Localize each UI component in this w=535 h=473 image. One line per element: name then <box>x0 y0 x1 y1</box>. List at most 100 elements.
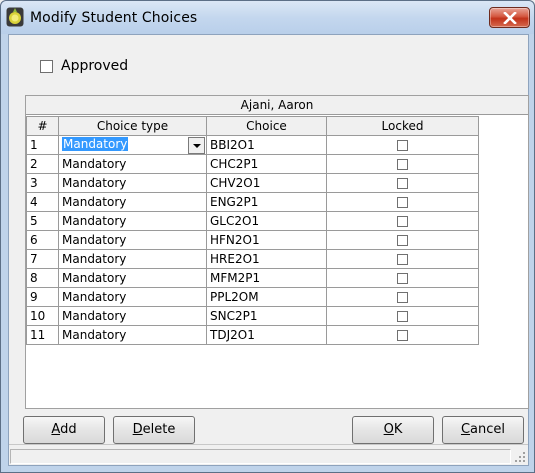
locked-cell <box>326 306 479 326</box>
table-row[interactable]: 8 Mandatory MFM2P1 <box>26 268 479 288</box>
choices-table: # Choice type Choice Locked 1 Mandatory BB… <box>26 116 479 345</box>
locked-cell <box>326 268 479 288</box>
app-icon <box>6 7 24 27</box>
column-header-locked[interactable]: Locked <box>326 116 479 136</box>
choice-type-cell[interactable]: Mandatory <box>58 135 207 155</box>
choice-type-cell[interactable]: Mandatory <box>58 230 207 250</box>
row-number: 7 <box>26 249 59 269</box>
choice-cell[interactable]: SNC2P1 <box>206 306 327 326</box>
locked-checkbox[interactable] <box>397 273 408 284</box>
table-row[interactable]: 11 Mandatory TDJ2O1 <box>26 325 479 345</box>
locked-checkbox[interactable] <box>397 254 408 265</box>
choice-cell[interactable]: PPL2OM <box>206 287 327 307</box>
status-bar <box>9 444 528 465</box>
locked-cell <box>326 211 479 231</box>
choice-type-cell[interactable]: Mandatory <box>58 325 207 345</box>
choice-cell[interactable]: ENG2P1 <box>206 192 327 212</box>
locked-cell <box>326 135 479 155</box>
table-row[interactable]: 9 Mandatory PPL2OM <box>26 287 479 307</box>
choice-type-cell[interactable]: Mandatory <box>58 249 207 269</box>
choice-type-cell[interactable]: Mandatory <box>58 192 207 212</box>
cancel-button[interactable]: Cancel <box>442 416 524 444</box>
locked-cell <box>326 192 479 212</box>
locked-cell <box>326 154 479 174</box>
locked-cell <box>326 325 479 345</box>
window-title: Modify Student Choices <box>30 10 198 26</box>
status-field <box>10 449 511 464</box>
table-row[interactable]: 3 Mandatory CHV2O1 <box>26 173 479 193</box>
choice-type-cell[interactable]: Mandatory <box>58 287 207 307</box>
choice-cell[interactable]: BBI2O1 <box>206 135 327 155</box>
locked-checkbox[interactable] <box>397 159 408 170</box>
column-header-choice-type[interactable]: Choice type <box>58 116 207 136</box>
locked-checkbox[interactable] <box>397 216 408 227</box>
table-row[interactable]: 2 Mandatory CHC2P1 <box>26 154 479 174</box>
delete-mnemonic: D <box>132 422 143 437</box>
column-header-choice[interactable]: Choice <box>206 116 327 136</box>
resize-grip-icon[interactable] <box>514 451 526 463</box>
ok-label-rest: K <box>393 422 403 437</box>
table-header-row: # Choice type Choice Locked <box>26 116 479 136</box>
choice-type-cell[interactable]: Mandatory <box>58 173 207 193</box>
row-number: 5 <box>26 211 59 231</box>
choice-type-cell[interactable]: Mandatory <box>58 306 207 326</box>
row-number: 2 <box>26 154 59 174</box>
table-row[interactable]: 7 Mandatory HRE2O1 <box>26 249 479 269</box>
choice-cell[interactable]: HRE2O1 <box>206 249 327 269</box>
column-header-num[interactable]: # <box>26 116 59 136</box>
table-row[interactable]: 10 Mandatory SNC2P1 <box>26 306 479 326</box>
delete-button[interactable]: Delete <box>113 416 195 444</box>
row-number: 3 <box>26 173 59 193</box>
close-icon <box>503 12 517 24</box>
choice-type-dropdown-value[interactable]: Mandatory <box>62 136 129 151</box>
locked-cell <box>326 173 479 193</box>
choice-cell[interactable]: TDJ2O1 <box>206 325 327 345</box>
choice-type-cell[interactable]: Mandatory <box>58 154 207 174</box>
add-label-rest: dd <box>60 422 77 437</box>
choice-cell[interactable]: MFM2P1 <box>206 268 327 288</box>
choice-cell[interactable]: HFN2O1 <box>206 230 327 250</box>
locked-checkbox[interactable] <box>397 330 408 341</box>
row-number: 6 <box>26 230 59 250</box>
add-mnemonic: A <box>51 422 61 437</box>
add-button[interactable]: Add <box>23 416 105 444</box>
dialog-content: Approved Ajani, Aaron # Choice type Choi… <box>8 34 529 466</box>
table-row[interactable]: 6 Mandatory HFN2O1 <box>26 230 479 250</box>
locked-checkbox[interactable] <box>397 197 408 208</box>
locked-checkbox[interactable] <box>397 311 408 322</box>
locked-checkbox[interactable] <box>397 292 408 303</box>
row-number: 8 <box>26 268 59 288</box>
choice-type-cell[interactable]: Mandatory <box>58 268 207 288</box>
ok-mnemonic: O <box>383 422 394 437</box>
ok-button[interactable]: OK <box>352 416 434 444</box>
approved-checkbox-row[interactable]: Approved <box>40 58 128 74</box>
row-number: 1 <box>26 135 59 155</box>
student-name-header: Ajani, Aaron <box>26 96 528 115</box>
cancel-mnemonic: C <box>460 422 471 437</box>
choice-type-cell[interactable]: Mandatory <box>58 211 207 231</box>
table-row[interactable]: 1 Mandatory BBI2O1 <box>26 135 479 155</box>
row-number: 10 <box>26 306 59 326</box>
approved-checkbox[interactable] <box>40 60 53 74</box>
choices-grid[interactable]: Ajani, Aaron # Choice type Choice Locked… <box>25 95 529 409</box>
locked-cell <box>326 230 479 250</box>
locked-checkbox[interactable] <box>397 140 408 151</box>
choice-cell[interactable]: CHC2P1 <box>206 154 327 174</box>
choice-cell[interactable]: CHV2O1 <box>206 173 327 193</box>
locked-cell <box>326 249 479 269</box>
locked-checkbox[interactable] <box>397 178 408 189</box>
choice-cell[interactable]: GLC2O1 <box>206 211 327 231</box>
locked-cell <box>326 287 479 307</box>
row-number: 11 <box>26 325 59 345</box>
row-number: 9 <box>26 287 59 307</box>
locked-checkbox[interactable] <box>397 235 408 246</box>
title-bar[interactable]: Modify Student Choices <box>1 1 534 34</box>
table-row[interactable]: 4 Mandatory ENG2P1 <box>26 192 479 212</box>
chevron-down-icon[interactable] <box>188 136 205 154</box>
close-button[interactable] <box>489 7 530 28</box>
cancel-label-rest: ancel <box>470 422 506 437</box>
table-row[interactable]: 5 Mandatory GLC2O1 <box>26 211 479 231</box>
dialog-window: Modify Student Choices Approved Ajani, A… <box>0 0 535 473</box>
row-number: 4 <box>26 192 59 212</box>
delete-label-rest: elete <box>142 422 176 437</box>
